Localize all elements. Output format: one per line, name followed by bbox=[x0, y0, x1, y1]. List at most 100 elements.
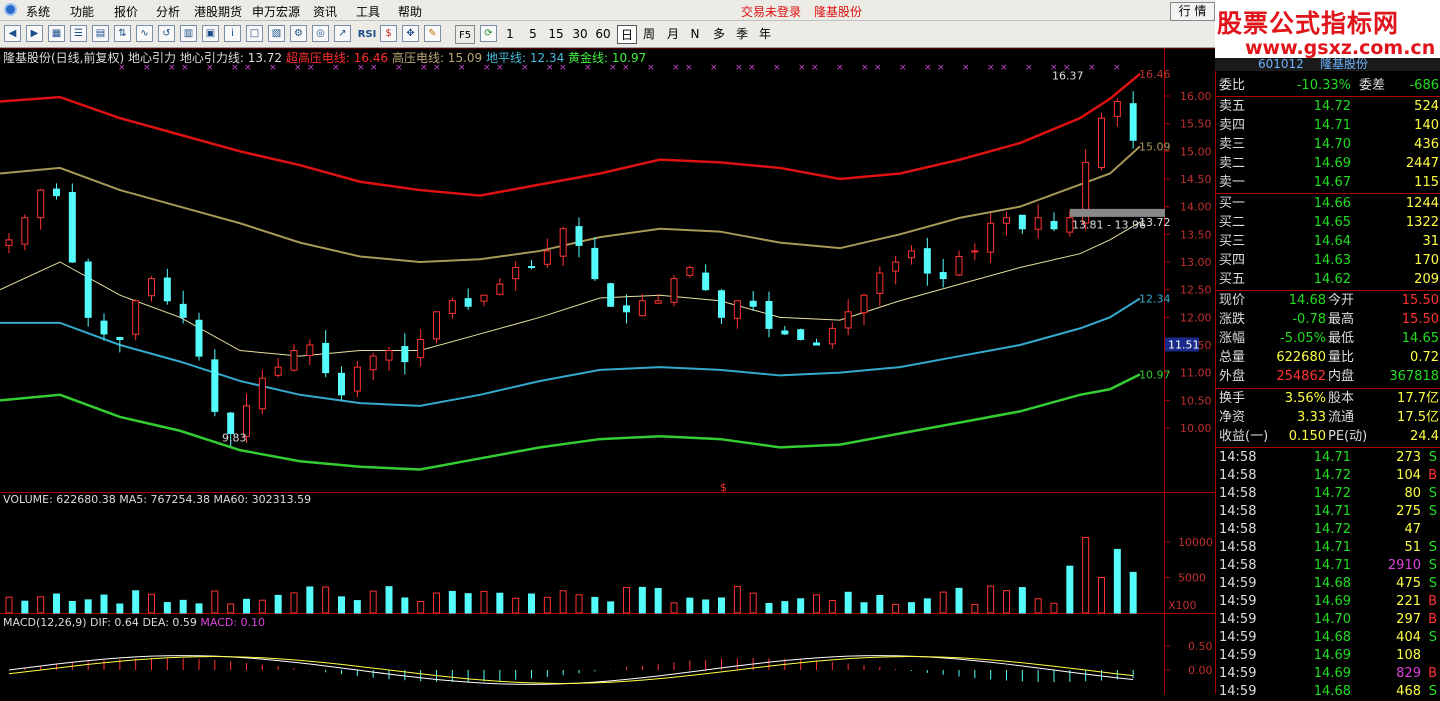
trend-icon[interactable]: ↗ bbox=[334, 25, 351, 42]
list-icon[interactable]: ☰ bbox=[70, 25, 87, 42]
kline-chart-area[interactable]: 16.00 15.50 15.00 14.50 14.00 13.50 13.00 12.50… bbox=[0, 48, 1215, 694]
band-value-label: 10.97 bbox=[1139, 368, 1171, 381]
main-chart-title: 隆基股份(日线,前复权) 地心引力 地心引力线: 13.72 超高压电线: 16… bbox=[3, 49, 646, 66]
tick-side: B bbox=[1428, 468, 1437, 483]
pen-icon[interactable]: ✎ bbox=[424, 25, 441, 42]
kline-icon[interactable]: ▥ bbox=[180, 25, 197, 42]
layout-icon[interactable]: ▧ bbox=[268, 25, 285, 42]
stat-value: -5.05% bbox=[1280, 331, 1326, 346]
tick-volume: 404 bbox=[1396, 630, 1421, 645]
period-1min[interactable]: 1 bbox=[503, 25, 517, 44]
tick-side: S bbox=[1428, 540, 1437, 555]
move-icon[interactable]: ✥ bbox=[402, 25, 419, 42]
stat-value: 14.68 bbox=[1288, 293, 1326, 308]
dollar-icon[interactable]: $ bbox=[380, 25, 397, 42]
volume-title-row: VOLUME: 622680.38 MA5: 767254.38 MA60: 3… bbox=[3, 493, 311, 506]
price-axis-label: 14.50 bbox=[1180, 173, 1212, 186]
period-5min[interactable]: 5 bbox=[526, 25, 540, 44]
signal-marker: × bbox=[962, 63, 970, 73]
table-icon[interactable]: ▤ bbox=[92, 25, 109, 42]
window-icon[interactable]: □ bbox=[246, 25, 263, 42]
stat-label: 最高 bbox=[1328, 312, 1355, 327]
candle-body bbox=[353, 366, 361, 392]
menu-shenwan[interactable]: 申万宏源 bbox=[252, 3, 300, 20]
candle-body bbox=[781, 330, 789, 335]
settings-icon[interactable]: ⚙ bbox=[290, 25, 307, 42]
back-icon[interactable]: ◀ bbox=[4, 25, 21, 42]
period-quarter[interactable]: 季 bbox=[733, 25, 751, 44]
zoom-icon[interactable]: ◎ bbox=[312, 25, 329, 42]
candle-body bbox=[1098, 117, 1105, 169]
ask-volume: 524 bbox=[1414, 99, 1439, 114]
menu-function[interactable]: 功能 bbox=[70, 3, 94, 20]
login-status[interactable]: 交易未登录 bbox=[741, 3, 801, 20]
stat-value: 254862 bbox=[1276, 369, 1326, 384]
tick-price: 14.70 bbox=[1313, 612, 1351, 627]
tick-volume: 47 bbox=[1404, 522, 1421, 537]
title-line3: 高压电线: 15.09 bbox=[391, 51, 483, 65]
candle-body bbox=[1018, 214, 1026, 230]
candle-body bbox=[274, 366, 282, 376]
period-multi[interactable]: 多 bbox=[710, 25, 728, 44]
period-30min[interactable]: 30 bbox=[571, 25, 589, 44]
period-n[interactable]: N bbox=[688, 25, 702, 44]
menu-hk-futures[interactable]: 港股期货 bbox=[194, 3, 242, 20]
title-indicator: 地心引力 bbox=[128, 51, 177, 65]
tick-price: 14.72 bbox=[1313, 486, 1351, 501]
signal-marker: × bbox=[899, 63, 907, 73]
volume-bar bbox=[987, 585, 995, 614]
tick-volume: 275 bbox=[1396, 504, 1421, 519]
sort-icon[interactable]: ⇅ bbox=[114, 25, 131, 42]
candle-body bbox=[512, 267, 520, 280]
f5-button[interactable]: F5 bbox=[455, 25, 475, 44]
stat-value: 0.72 bbox=[1410, 350, 1439, 365]
period-week[interactable]: 周 bbox=[640, 25, 658, 44]
history-icon[interactable]: ↺ bbox=[158, 25, 175, 42]
menu-analysis[interactable]: 分析 bbox=[156, 3, 180, 20]
candle-body bbox=[179, 303, 187, 318]
volume-bar bbox=[163, 602, 171, 614]
grid-icon[interactable]: ▣ bbox=[202, 25, 219, 42]
period-day[interactable]: 日 bbox=[617, 25, 637, 44]
candle-body bbox=[844, 311, 852, 329]
volume-bar bbox=[274, 594, 282, 614]
stock-name-header: 隆基股份 bbox=[1320, 58, 1369, 71]
menu-news[interactable]: 资讯 bbox=[313, 3, 337, 20]
minute-chart-icon[interactable]: ∿ bbox=[136, 25, 153, 42]
tick-row: 14:58 14.71 51 S bbox=[1216, 539, 1440, 557]
stat-label: 现价 bbox=[1219, 293, 1246, 308]
brand-url: www.gsxz.com.cn bbox=[1245, 37, 1436, 59]
period-15min[interactable]: 15 bbox=[547, 25, 565, 44]
volume-ma60: MA60: 302313.59 bbox=[213, 493, 312, 506]
menu-help[interactable]: 帮助 bbox=[398, 3, 422, 20]
menu-tools[interactable]: 工具 bbox=[356, 3, 380, 20]
candle-body bbox=[21, 217, 29, 245]
volume-bar bbox=[638, 586, 646, 614]
volume-bar bbox=[100, 594, 108, 614]
period-60min[interactable]: 60 bbox=[594, 25, 612, 44]
weibi-value: -10.33% bbox=[1296, 78, 1351, 93]
chart-window-icon[interactable]: ▦ bbox=[48, 25, 65, 42]
rsi-button[interactable]: RSI bbox=[356, 25, 378, 44]
refresh-icon[interactable]: ⟳ bbox=[480, 25, 497, 42]
volume-bar bbox=[939, 591, 947, 614]
menu-system[interactable]: 系统 bbox=[26, 3, 50, 20]
quote-tab[interactable]: 行 情 bbox=[1170, 2, 1215, 21]
info-icon[interactable]: i bbox=[224, 25, 241, 42]
price-axis-label: 12.00 bbox=[1180, 311, 1212, 324]
candle-body bbox=[828, 327, 836, 345]
period-month[interactable]: 月 bbox=[664, 25, 682, 44]
candle-body bbox=[1050, 221, 1058, 230]
volume-ma5: MA5: 767254.38 bbox=[119, 493, 210, 506]
tick-time: 14:59 bbox=[1219, 576, 1257, 591]
macd-dea: DEA: 0.59 bbox=[142, 616, 197, 629]
tick-price: 14.72 bbox=[1313, 468, 1351, 483]
tick-price: 14.71 bbox=[1313, 540, 1351, 555]
candle-body bbox=[575, 226, 583, 246]
signal-marker: × bbox=[1113, 63, 1121, 73]
period-year[interactable]: 年 bbox=[756, 25, 774, 44]
tick-price: 14.69 bbox=[1313, 594, 1351, 609]
forward-icon[interactable]: ▶ bbox=[26, 25, 43, 42]
volume-bar bbox=[1098, 576, 1105, 614]
menu-quote[interactable]: 报价 bbox=[114, 3, 138, 20]
